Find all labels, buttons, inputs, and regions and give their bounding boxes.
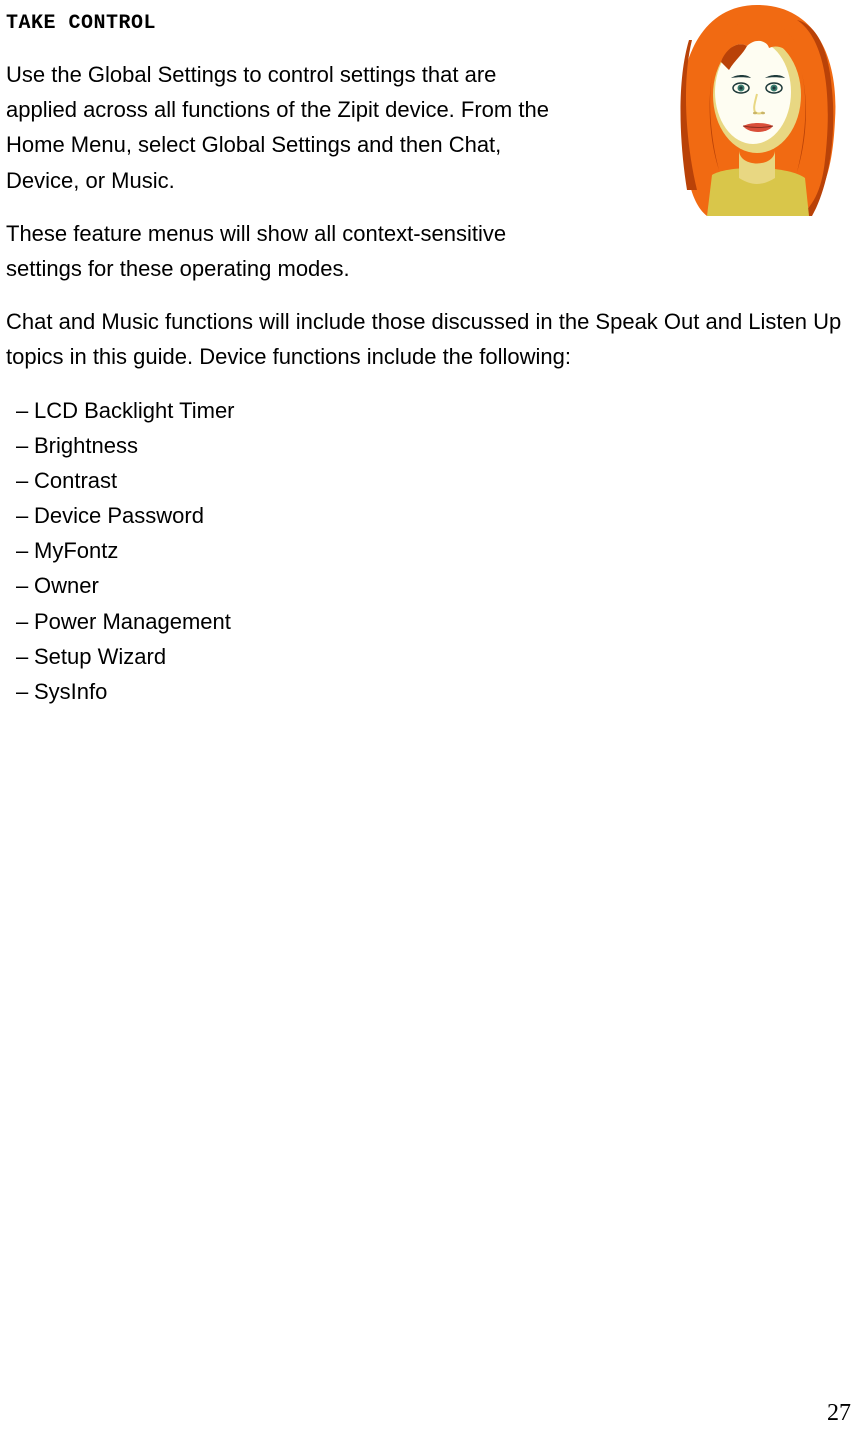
list-item: LCD Backlight Timer <box>34 393 865 428</box>
device-functions-list: LCD Backlight Timer Brightness Contrast … <box>6 393 865 710</box>
woman-portrait-illustration <box>677 0 837 218</box>
paragraph-intro: Use the Global Settings to control setti… <box>6 57 566 198</box>
list-item: Power Management <box>34 604 865 639</box>
list-item: SysInfo <box>34 674 865 709</box>
page-number: 27 <box>827 1400 851 1427</box>
list-item: Contrast <box>34 463 865 498</box>
list-item: MyFontz <box>34 533 865 568</box>
list-item: Device Password <box>34 498 865 533</box>
paragraph-context: These feature menus will show all contex… <box>6 216 566 286</box>
list-item: Owner <box>34 568 865 603</box>
paragraph-functions: Chat and Music functions will include th… <box>6 304 865 374</box>
list-item: Brightness <box>34 428 865 463</box>
list-item: Setup Wizard <box>34 639 865 674</box>
